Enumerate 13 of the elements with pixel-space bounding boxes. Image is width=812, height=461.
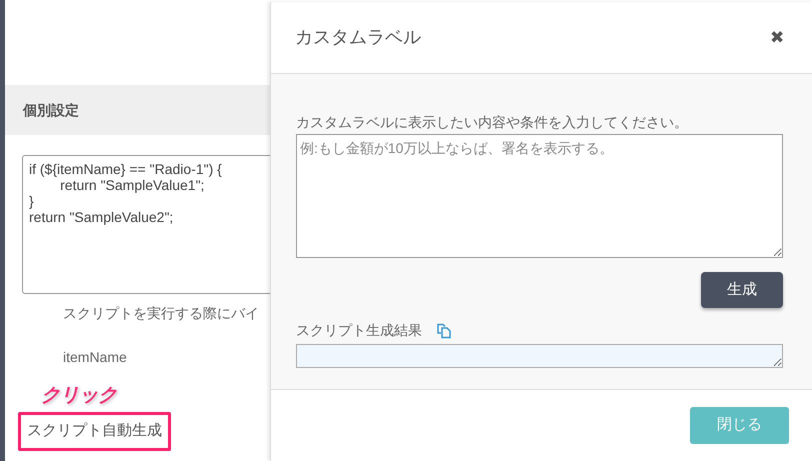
annotation-text: クリック	[41, 385, 117, 406]
script-editor[interactable]: if (${itemName} == "Radio-1") { return "SampleValue1"; } return "SampleValue2";	[22, 155, 270, 294]
section-title: 個別設定	[23, 100, 79, 120]
auto-generate-link[interactable]: スクリプト自動生成	[18, 412, 171, 450]
variable-name: itemName	[63, 349, 127, 365]
prompt-field[interactable]: 例:もし金額が10万以上ならば、署名を表示する。	[296, 134, 783, 258]
copy-icon[interactable]	[436, 322, 452, 338]
dialog-title: カスタムラベル	[295, 26, 421, 49]
hint-text: スクリプトを実行する際にバイ	[63, 305, 259, 321]
prompt-label: カスタムラベルに表示したい内容や条件を入力してください。	[296, 113, 689, 132]
result-label: スクリプト生成結果	[296, 321, 422, 340]
result-field[interactable]	[296, 344, 783, 368]
generate-button[interactable]: 生成	[701, 272, 783, 308]
